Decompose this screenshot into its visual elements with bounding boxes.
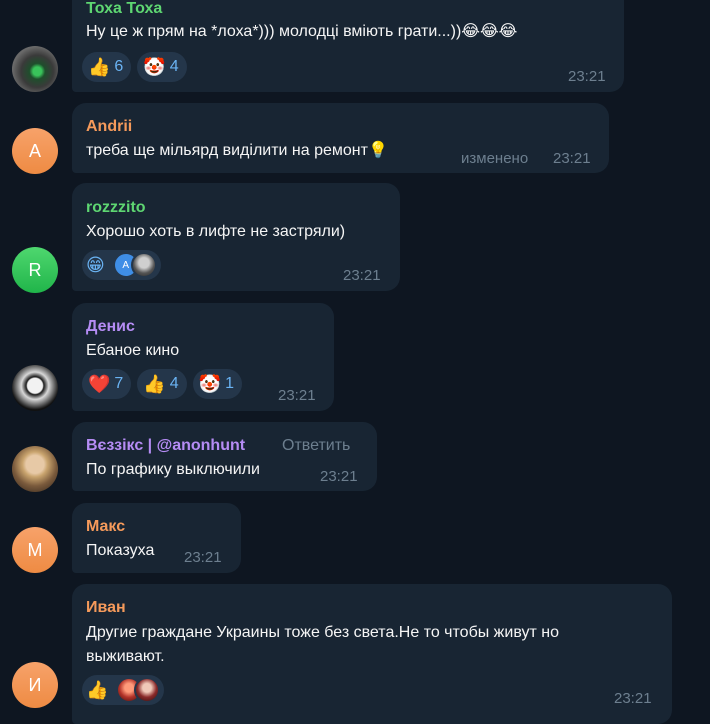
message-bubble[interactable]: rozzzito Хорошо хоть в лифте не застряли… <box>72 183 400 291</box>
reaction-clown[interactable]: 🤡 4 <box>137 52 187 82</box>
reaction-grin[interactable]: 😁 A <box>82 250 161 280</box>
reactions: 😁 A <box>82 250 161 280</box>
sender-name[interactable]: Денис <box>86 318 135 336</box>
avatar[interactable]: M <box>12 527 58 573</box>
grin-icon: 😁 <box>86 255 105 275</box>
message-time: 23:21 <box>184 549 222 566</box>
reaction-heart[interactable]: ❤️ 7 <box>82 369 132 399</box>
reaction-count: 6 <box>114 58 124 75</box>
reply-button[interactable]: Ответить <box>282 437 350 455</box>
message-bubble[interactable]: Макс Показуха 23:21 <box>72 503 241 573</box>
reaction-count: 1 <box>225 375 234 392</box>
message-bubble[interactable]: Вєззікс | @anonhunt Ответить По графику … <box>72 422 377 491</box>
reaction-count: 4 <box>169 375 179 392</box>
message-time: 23:21 <box>568 68 606 85</box>
message-time: 23:21 <box>343 267 381 284</box>
message-text: Хорошо хоть в лифте не застряли) <box>86 223 346 240</box>
message-time: 23:21 <box>614 690 652 707</box>
avatar[interactable]: R <box>12 247 58 293</box>
clown-icon: 🤡 <box>198 374 222 394</box>
avatar[interactable]: И <box>12 662 58 708</box>
reaction-thumbs-up[interactable]: 👍 <box>82 675 165 705</box>
reaction-count: 7 <box>114 375 124 392</box>
avatar[interactable] <box>12 446 58 492</box>
reactor-avatars <box>116 677 161 703</box>
clown-icon: 🤡 <box>143 57 166 77</box>
reactor-avatar <box>134 677 161 703</box>
message-time: 23:21 <box>553 150 591 167</box>
sender-name[interactable]: Вєззікс | @anonhunt <box>86 437 245 455</box>
message-text: Ебаное кино <box>86 342 180 359</box>
message-bubble[interactable]: Иван Другие граждане Украины тоже без св… <box>72 584 672 724</box>
thumbs-up-icon: 👍 <box>88 57 111 77</box>
avatar[interactable] <box>12 46 58 92</box>
reaction-thumbs-up[interactable]: 👍 6 <box>82 52 132 82</box>
sender-name[interactable]: Andrii <box>86 118 132 136</box>
reactions: 👍 6 🤡 4 <box>82 52 187 82</box>
avatar[interactable]: A <box>12 128 58 174</box>
message-text: треба ще мільярд виділити на ремонт💡 <box>86 142 388 159</box>
sender-name[interactable]: Тоха Тоха <box>86 0 162 18</box>
reactor-avatars: A <box>112 252 157 278</box>
reactions: 👍 <box>82 675 165 705</box>
message-text-line-2: выживают. <box>86 648 165 665</box>
message-bubble[interactable]: Денис Ебаное кино ❤️ 7 👍 4 🤡 1 23:21 <box>72 303 334 411</box>
message-time: 23:21 <box>278 387 316 404</box>
thumbs-up-icon: 👍 <box>143 374 166 394</box>
reaction-clown[interactable]: 🤡 1 <box>192 369 242 399</box>
message-bubble[interactable]: Andrii треба ще мільярд виділити на ремо… <box>72 103 609 173</box>
reaction-count: 4 <box>169 58 179 75</box>
sender-name[interactable]: Иван <box>86 599 126 617</box>
reactions: ❤️ 7 👍 4 🤡 1 <box>82 369 242 399</box>
sender-name[interactable]: Макс <box>86 518 125 536</box>
avatar[interactable] <box>12 365 58 411</box>
thumbs-up-icon: 👍 <box>86 680 109 700</box>
message-bubble[interactable]: Тоха Тоха Ну це ж прям на *лоха*))) моло… <box>72 0 624 92</box>
message-text: По графику выключили <box>86 461 260 478</box>
message-text-line-1: Другие граждане Украины тоже без света.Н… <box>86 624 559 641</box>
edited-label: изменено <box>461 150 529 167</box>
heart-icon: ❤️ <box>88 374 111 394</box>
reactor-avatar <box>130 252 157 278</box>
message-text: Ну це ж прям на *лоха*))) молодці вміють… <box>86 23 518 40</box>
message-time: 23:21 <box>320 468 358 485</box>
reaction-thumbs-up[interactable]: 👍 4 <box>137 369 187 399</box>
message-text: Показуха <box>86 542 155 559</box>
sender-name[interactable]: rozzzito <box>86 199 146 217</box>
